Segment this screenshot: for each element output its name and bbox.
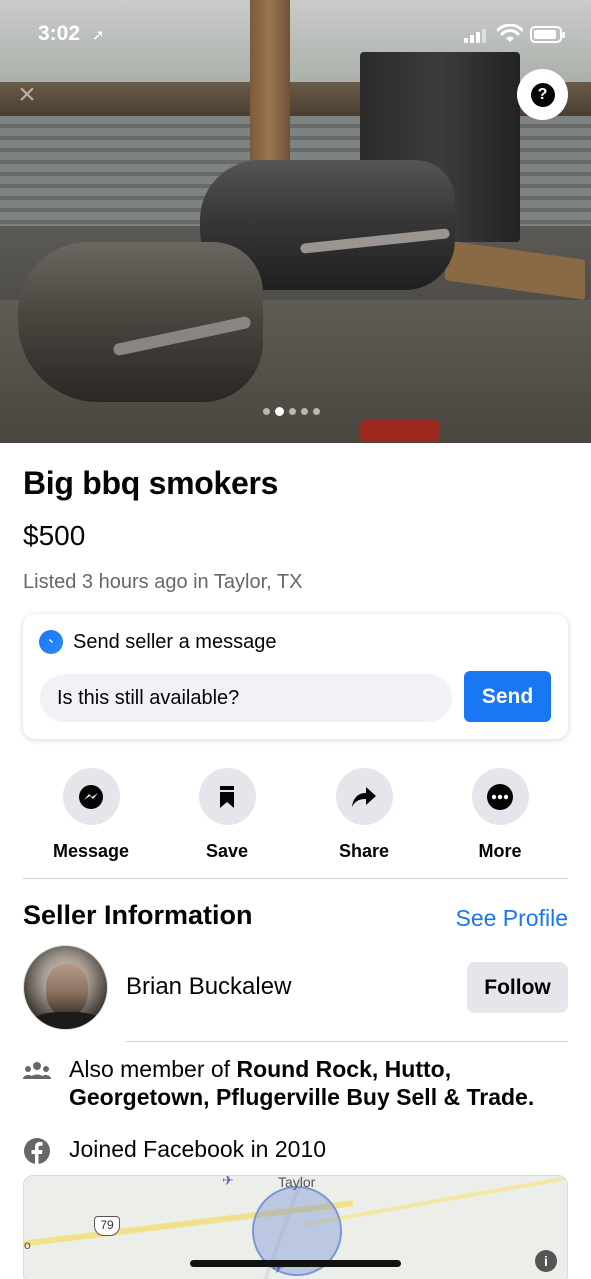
divider <box>23 878 568 879</box>
carousel-dot[interactable] <box>275 407 284 416</box>
save-action[interactable]: Save <box>167 768 287 862</box>
follow-button[interactable]: Follow <box>467 962 568 1013</box>
location-arrow-icon: ➚ <box>92 27 105 44</box>
messenger-icon <box>39 630 63 654</box>
airport-icon: ✈ <box>222 1175 234 1188</box>
carousel-dot[interactable] <box>263 408 270 415</box>
groups-prefix: Also member of <box>69 1056 237 1082</box>
messenger-icon <box>62 768 120 825</box>
help-button[interactable]: ? <box>517 69 568 120</box>
more-action-label: More <box>478 841 522 861</box>
facebook-icon <box>23 1137 51 1165</box>
wifi-icon <box>497 24 523 42</box>
listing-title: Big bbq smokers <box>23 465 279 501</box>
share-action[interactable]: Share <box>304 768 424 862</box>
map-info-icon[interactable]: i <box>535 1250 557 1272</box>
battery-icon <box>530 26 565 43</box>
message-action[interactable]: Message <box>31 768 151 862</box>
home-indicator <box>190 1260 401 1267</box>
listing-meta: Listed 3 hours ago in Taylor, TX <box>23 571 303 593</box>
bookmark-icon <box>198 768 256 825</box>
carousel-dot[interactable] <box>313 408 320 415</box>
more-dots-icon <box>471 768 529 825</box>
joined-text: Joined Facebook in 2010 <box>69 1136 327 1162</box>
send-button[interactable]: Send <box>464 671 551 722</box>
joined-row: Joined Facebook in 2010 <box>23 1135 326 1165</box>
status-bar: 3:02 ➚ <box>0 0 591 70</box>
seller-avatar[interactable] <box>23 945 108 1030</box>
message-action-label: Message <box>52 841 130 861</box>
route-shield-icon: 79 <box>94 1216 120 1236</box>
status-time: 3:02 <box>38 22 81 45</box>
photo-bench <box>445 240 585 300</box>
seller-name[interactable]: Brian Buckalew <box>126 973 291 1001</box>
message-card-heading: Send seller a message <box>73 630 277 653</box>
avatar-shirt <box>30 1012 104 1029</box>
divider <box>126 1041 568 1042</box>
save-action-label: Save <box>205 841 249 861</box>
action-row: Message Save Share More <box>23 768 568 863</box>
cellular-signal-icon <box>464 27 486 43</box>
message-card-header: Send seller a message <box>39 630 276 654</box>
carousel-dot[interactable] <box>301 408 308 415</box>
message-input[interactable] <box>40 674 452 722</box>
avatar-face <box>46 964 88 1016</box>
listing-photo[interactable]: 3:02 ➚ × ? <box>0 0 591 443</box>
groups-text: Also member of Round Rock, Hutto, George… <box>69 1055 559 1111</box>
map-city-label: Taylor <box>278 1175 316 1190</box>
message-seller-card: Send seller a message Send <box>23 614 568 739</box>
carousel-indicator <box>263 407 320 418</box>
share-arrow-icon <box>335 768 393 825</box>
listing-price: $500 <box>23 520 86 551</box>
see-profile-link[interactable]: See Profile <box>455 905 568 932</box>
map-label: o <box>24 1238 31 1252</box>
groups-row: Also member of Round Rock, Hutto, George… <box>23 1055 559 1111</box>
share-action-label: Share <box>338 841 390 861</box>
seller-section-title: Seller Information <box>23 900 253 930</box>
more-action[interactable]: More <box>440 768 560 862</box>
groups-icon <box>23 1057 51 1085</box>
carousel-dot[interactable] <box>289 408 296 415</box>
close-icon[interactable]: × <box>14 80 40 110</box>
photo-jack <box>360 420 440 442</box>
question-icon: ? <box>530 82 555 107</box>
